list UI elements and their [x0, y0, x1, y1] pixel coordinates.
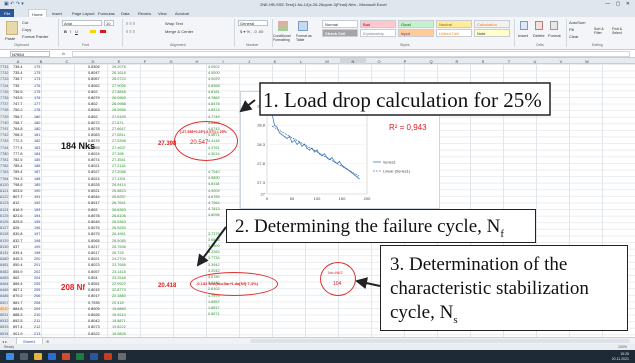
nks-label: 184 Nks [61, 141, 96, 151]
ellipse-load-drop-value: 20.547 [190, 140, 209, 146]
sheet-tabs: ◂ ▸ Sheet1 ⊕ [0, 337, 635, 346]
nks-cell-value: 27.398 [158, 141, 177, 147]
word-icon[interactable] [90, 353, 98, 360]
app-icon[interactable] [118, 353, 126, 360]
annotation-arrows [196, 99, 381, 289]
horizontal-scrollbar[interactable] [250, 339, 630, 343]
ellipse-failure-cycle-formula: -0,132 Min(bucllar+Lda[Nf]·7,4%) [196, 281, 258, 286]
taskbar: 15:25 20.11.2021 [0, 350, 635, 363]
zoom-level[interactable]: 100% [618, 345, 627, 349]
arrow-failure-cycle [196, 226, 227, 267]
ellipse-load-drop-formula: (-27,398+0,25*(-0,07)) = 25% [180, 130, 227, 134]
chrome-icon[interactable] [62, 353, 70, 360]
nf-label: 208 Nf [61, 283, 86, 292]
clock-date: 20.11.2021 [611, 356, 629, 361]
folder-icon[interactable] [34, 353, 42, 360]
arrow-stabilization [355, 277, 381, 289]
status-ready: Ready [4, 345, 15, 349]
edge-icon[interactable] [48, 353, 56, 360]
ellipse-stabilization-value: 104 [333, 281, 342, 287]
ellipse-stabilization [320, 262, 356, 296]
start-icon[interactable] [6, 353, 14, 360]
nf-cell-value: 20.418 [158, 283, 177, 289]
system-tray[interactable]: 15:25 20.11.2021 [612, 352, 629, 361]
search-icon[interactable] [20, 353, 28, 360]
powerpoint-icon[interactable] [104, 353, 112, 360]
arrow-load-drop [239, 99, 256, 113]
excel-icon[interactable] [76, 353, 84, 360]
ellipse-stabilization-label: Ns=Nf/2 [328, 270, 343, 275]
